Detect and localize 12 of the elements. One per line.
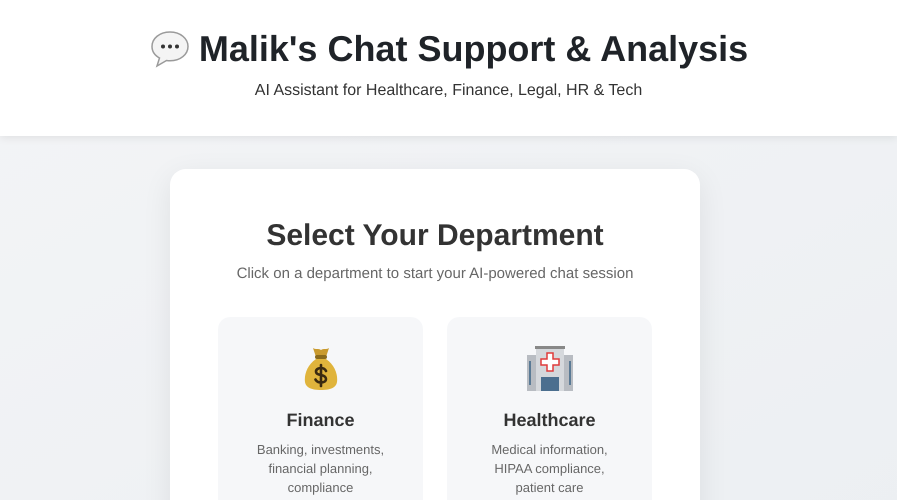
- department-card[interactable]: Finance Banking, investments, financial planning, compliance: [218, 317, 423, 500]
- department-description: Medical information, HIPAA compliance, patient care: [490, 441, 609, 497]
- panel-title: Select Your Department: [266, 218, 604, 254]
- money-bag-icon: [302, 345, 338, 391]
- app-subtitle: AI Assistant for Healthcare, Finance, Legal, HR & Tech: [254, 81, 642, 101]
- department-card[interactable]: Healthcare Medical information, HIPAA compliance, patient care: [447, 317, 652, 500]
- department-description: Banking, investments, financial planning, compliance: [256, 441, 386, 497]
- app-title: Malik's Chat Support & Analysis: [198, 27, 748, 71]
- department-name: Healthcare: [503, 409, 596, 432]
- panel-subtitle: Click on a department to start your AI-powered chat session: [236, 264, 634, 284]
- department-name: Finance: [286, 409, 355, 432]
- hospital-icon: [526, 345, 574, 391]
